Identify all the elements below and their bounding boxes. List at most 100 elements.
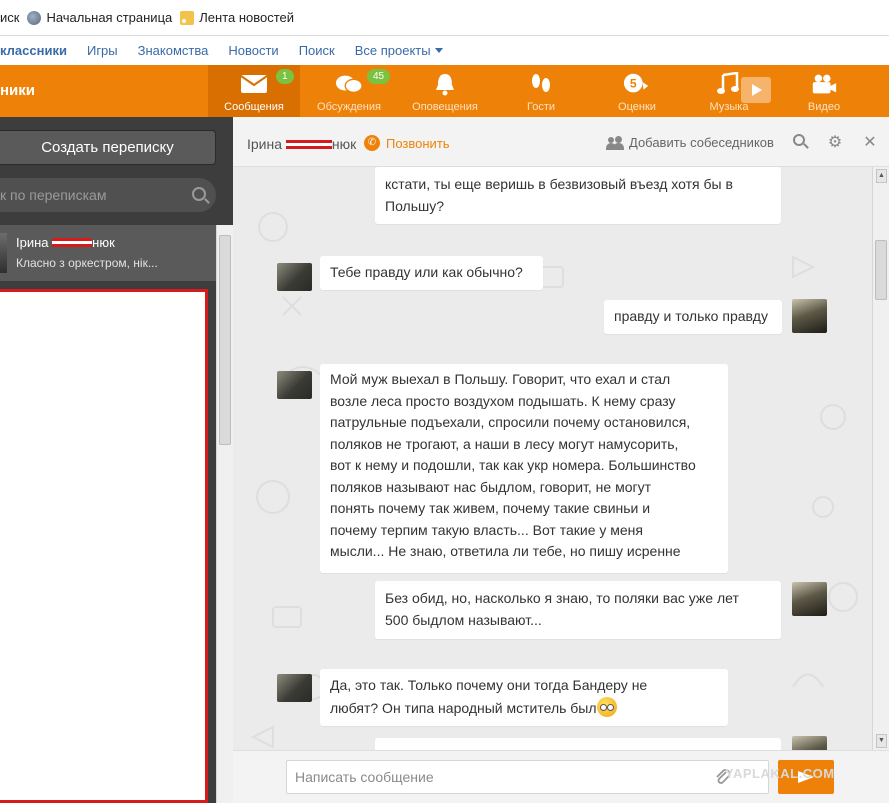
message-line: Да, это так. Только почему они тогда Бан… xyxy=(330,677,648,693)
nav-notifications[interactable]: Оповещения xyxy=(399,65,491,117)
nav-messages[interactable]: 1 Сообщения xyxy=(208,65,300,117)
bookmark-label: Начальная страница xyxy=(46,10,173,25)
avatar[interactable] xyxy=(792,736,827,750)
message-line: понять почему так живем, почему такие св… xyxy=(330,500,651,516)
avatar[interactable] xyxy=(792,582,827,616)
scroll-down-icon[interactable]: ▼ xyxy=(876,734,887,748)
message-line: Без обид, но, насколько я знаю, то поляк… xyxy=(385,590,739,606)
message-line: любят? Он типа народный мститель был xyxy=(330,696,718,720)
message-line: Мой муж выехал в Польшу. Говорит, что ех… xyxy=(330,371,671,387)
avatar[interactable] xyxy=(277,263,312,291)
message-outgoing: кстати, ты еще веришь в безвизовый въезд… xyxy=(375,167,781,224)
watermark: YAPLAKAL.COM xyxy=(725,766,835,781)
message-line: возле леса просто воздухом подышать. К н… xyxy=(330,392,676,409)
conversations-sidebar: Создать переписку Ірина нюк Класно з орк… xyxy=(0,117,233,803)
redaction-mark xyxy=(52,238,93,247)
bookmarks-bar: иск Начальная страница Лента новостей xyxy=(0,0,889,36)
chevron-down-icon xyxy=(434,48,443,53)
redacted-area xyxy=(0,289,208,803)
bookmark-label: иск xyxy=(0,10,20,25)
message-line: патрульные подъехали, спросили почему ос… xyxy=(330,414,691,430)
gear-icon[interactable]: ⚙ xyxy=(826,134,844,152)
add-participants-button[interactable]: Добавить собеседников xyxy=(606,135,774,150)
music-note-icon xyxy=(715,71,743,97)
message-incoming: Тебе правду или как обычно? xyxy=(320,256,543,290)
chat-scrollbar[interactable]: ▲ ▼ xyxy=(872,167,889,750)
envelope-icon xyxy=(240,71,268,97)
nav-label: Обсуждения xyxy=(317,101,381,113)
phone-icon: ✆ xyxy=(364,135,380,151)
nav-discussions[interactable]: 45 Обсуждения xyxy=(303,65,395,117)
link-all-projects[interactable]: Все проекты xyxy=(355,43,443,58)
play-icon[interactable] xyxy=(741,77,771,103)
bell-icon xyxy=(431,71,459,97)
nav-label: Гости xyxy=(526,101,556,113)
bookmark-search[interactable]: иск xyxy=(0,10,19,25)
message-line: поляков называют нас быдлом, говорит, не… xyxy=(330,478,652,495)
brand-link[interactable]: классники xyxy=(0,43,67,58)
scrollbar-thumb[interactable] xyxy=(875,240,887,300)
footprints-icon xyxy=(527,71,555,97)
search-icon[interactable] xyxy=(793,134,811,152)
nav-label: Видео xyxy=(807,101,841,113)
bookmark-news-feed[interactable]: Лента новостей xyxy=(180,10,294,25)
message-line: правду и только правду xyxy=(614,308,768,324)
link-games[interactable]: Игры xyxy=(87,43,118,58)
call-label: Позвонить xyxy=(386,135,450,151)
nav-label: Оценки xyxy=(618,101,656,113)
conversation-item[interactable]: Ірина нюк Класно з оркестром, нік... xyxy=(0,225,216,281)
link-dating[interactable]: Знакомства xyxy=(138,43,209,58)
message-text: любят? Он типа народный мститель был xyxy=(330,699,597,716)
bookmark-start-page[interactable]: Начальная страница xyxy=(27,10,172,25)
message-incoming: Да, это так. Только почему они тогда Бан… xyxy=(320,669,728,726)
nav-label: Сообщения xyxy=(224,101,284,113)
sidebar-scrollbar[interactable] xyxy=(216,225,233,803)
svg-text:5: 5 xyxy=(630,77,637,91)
avatar[interactable] xyxy=(792,299,827,333)
chat-contact-name[interactable]: Ірина нюк xyxy=(247,136,356,152)
avatar[interactable] xyxy=(277,674,312,702)
scrollbar-thumb[interactable] xyxy=(219,235,231,445)
site-name[interactable]: ники xyxy=(0,82,35,99)
conversation-name: Ірина нюк xyxy=(16,235,115,250)
message-line: почему терпим такую власть... Вот такие … xyxy=(330,521,643,538)
message-line: кстати, ты еще веришь в безвизовый въезд… xyxy=(385,176,733,192)
nav-label: Оповещения xyxy=(412,101,478,113)
chat-header: Ірина нюк ✆ Позвонить Добавить собеседни… xyxy=(233,117,889,167)
message-input[interactable] xyxy=(286,760,769,794)
message-line: Тебе правду или как обычно? xyxy=(330,264,523,280)
close-icon[interactable]: ✕ xyxy=(861,134,879,152)
message-line: Польшу? xyxy=(385,197,445,214)
site-header: ники 1 Сообщения 45 Обсуждения Оповещени… xyxy=(0,65,889,117)
link-news[interactable]: Новости xyxy=(228,43,278,58)
video-camera-icon xyxy=(810,71,838,97)
message-outgoing: правду и только правду xyxy=(604,300,782,334)
smiley-emoji-icon xyxy=(596,696,617,717)
add-participants-label: Добавить собеседников xyxy=(629,135,774,150)
messages-badge: 1 xyxy=(276,69,294,84)
name-last-part: нюк xyxy=(92,235,115,250)
nav-video[interactable]: Видео xyxy=(778,65,870,117)
avatar[interactable] xyxy=(277,371,312,399)
people-icon xyxy=(606,135,624,150)
message-line: поляков не трогают, а наши в лесу могут … xyxy=(330,435,679,452)
name-last-part: нюк xyxy=(331,136,357,152)
conversation-search-input[interactable] xyxy=(0,178,185,212)
message-line: 500 быдлом называют... xyxy=(385,611,542,628)
nav-guests[interactable]: Гости xyxy=(495,65,587,117)
chat-messages: кстати, ты еще веришь в безвизовый въезд… xyxy=(233,167,872,750)
link-search[interactable]: Поиск xyxy=(299,43,335,58)
create-conversation-button[interactable]: Создать переписку xyxy=(0,130,216,165)
name-first-part: Ірина xyxy=(16,235,49,250)
nav-ratings[interactable]: 5 Оценки xyxy=(591,65,683,117)
scroll-up-icon[interactable]: ▲ xyxy=(876,169,887,183)
search-icon[interactable] xyxy=(192,187,206,201)
call-button[interactable]: ✆ Позвонить xyxy=(364,135,450,151)
message-outgoing xyxy=(375,738,781,750)
all-projects-label: Все проекты xyxy=(354,43,431,58)
conversation-search xyxy=(0,178,216,212)
message-line: вот к нему и подошли, так как укр номера… xyxy=(330,457,696,473)
chat-bubbles-icon xyxy=(335,71,363,97)
redaction-mark xyxy=(285,140,332,149)
conversation-snippet: Класно з оркестром, нік... xyxy=(16,256,158,270)
